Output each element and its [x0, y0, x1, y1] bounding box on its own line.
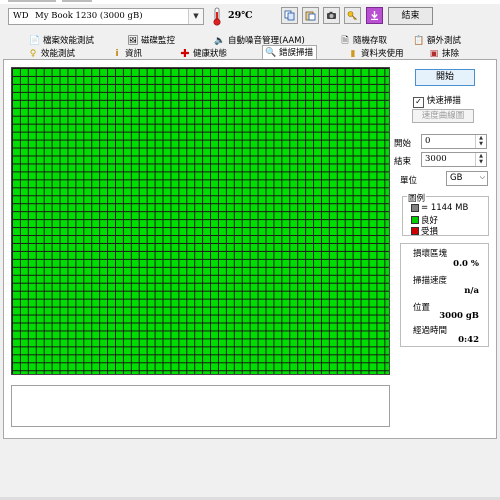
download-button[interactable]	[366, 7, 383, 24]
tab-label: 抹除	[442, 48, 460, 59]
tab-label: 效能測試	[41, 48, 76, 59]
random-access-icon: 🗎	[341, 35, 349, 46]
start-field-label: 開始	[394, 139, 412, 149]
disk-monitor-icon: 🖼	[127, 35, 139, 46]
end-spinner[interactable]: 3000 ▲ ▼	[421, 152, 487, 167]
tab-random-access[interactable]: 🗎 隨機存取	[340, 34, 387, 47]
exit-button[interactable]: 結束	[388, 7, 433, 25]
scan-log-box[interactable]	[11, 385, 390, 427]
tab-label: 資料夾使用	[361, 48, 404, 59]
key-button[interactable]	[344, 7, 361, 24]
damaged-text: 受損	[421, 227, 439, 237]
tab-file-benchmark[interactable]: 📄 檔案效能測試	[29, 34, 95, 47]
paste-icon	[305, 11, 316, 21]
file-benchmark-icon: 📄	[29, 35, 41, 46]
quick-scan-checkbox[interactable]: ✓ 快速掃描	[413, 94, 461, 108]
paste-button[interactable]	[302, 7, 319, 24]
erase-icon: ▣	[429, 48, 439, 59]
extra-tests-icon: 📋	[413, 35, 425, 46]
unit-label: 單位	[400, 176, 418, 186]
copy-button[interactable]	[281, 7, 298, 24]
start-spinner[interactable]: 0 ▲ ▼	[421, 134, 487, 149]
legend-box: 圖例 = 1144 MB 良好 受損	[402, 192, 489, 237]
end-field-label: 結束	[394, 157, 412, 167]
info-icon: i	[115, 48, 119, 59]
start-scan-button[interactable]: 開始	[415, 69, 475, 86]
screenshot-button[interactable]	[323, 7, 340, 24]
benchmark-icon: ♀	[29, 48, 37, 59]
camera-icon	[327, 11, 336, 19]
spinner-arrows-icon[interactable]: ▲ ▼	[475, 153, 486, 166]
tab-label: 額外測試	[427, 35, 462, 46]
tab-label: 磁碟監控	[141, 35, 176, 46]
magnifier-icon: 🔍	[265, 48, 277, 58]
damaged-blocks-value: 0.0 %	[453, 259, 479, 269]
legend-block-size: = 1144 MB	[411, 203, 468, 213]
tab-label: 資訊	[125, 48, 143, 59]
chevron-down-icon[interactable]: ⌵	[480, 173, 485, 182]
elapsed-time-label: 經過時間	[413, 326, 448, 336]
title-bar	[0, 0, 500, 4]
tab-error-scan[interactable]: 🔍 錯誤掃描	[262, 45, 318, 60]
tab-disk-monitor[interactable]: 🖼 磁碟監控	[127, 34, 176, 47]
unit-value: GB	[450, 173, 463, 183]
health-cross-icon: ✚	[180, 46, 190, 60]
copy-icon	[284, 10, 295, 21]
scan-speed-label: 掃描速度	[413, 276, 448, 286]
speed-map-button[interactable]: 速度曲線圖	[412, 109, 474, 123]
scan-block-grid	[11, 67, 390, 375]
chevron-down-icon[interactable]: ▼	[188, 9, 203, 24]
spinner-arrows-icon[interactable]: ▲ ▼	[475, 135, 486, 148]
scan-speed-value: n/a	[464, 286, 479, 296]
quick-scan-label: 快速掃描	[426, 96, 461, 106]
scan-stats-box: 損壞區塊 0.0 % 掃描速度 n/a 位置 3000 gB 經過時間 0:42	[400, 243, 489, 347]
tab-label: 健康狀態	[193, 48, 228, 59]
damaged-blocks-label: 損壞區塊	[413, 249, 448, 259]
block-size-text: = 1144 MB	[421, 203, 469, 213]
download-icon	[371, 11, 378, 20]
start-value: 0	[425, 136, 431, 146]
tab-extra-tests[interactable]: 📋 額外測試	[413, 34, 462, 47]
key-icon	[347, 11, 357, 20]
temperature-value: 29℃	[228, 10, 253, 21]
speaker-icon: 🔈	[214, 35, 226, 46]
end-value: 3000	[425, 154, 447, 164]
position-label: 位置	[413, 303, 431, 313]
position-value: 3000 gB	[439, 311, 479, 321]
elapsed-time-value: 0:42	[458, 335, 479, 345]
tab-label: 隨機存取	[353, 35, 388, 46]
drive-select[interactable]: WD My Book 1230 (3000 gB) ▼	[8, 8, 204, 25]
legend-damaged: 受損	[411, 225, 438, 237]
thermometer-icon	[213, 7, 221, 26]
unit-select[interactable]: GB ⌵	[446, 171, 488, 186]
block-swatch	[411, 204, 419, 212]
good-swatch	[411, 216, 419, 224]
damaged-swatch	[411, 227, 419, 235]
checkbox-checked-icon[interactable]: ✓	[413, 97, 424, 108]
tab-label: 錯誤掃描	[279, 48, 314, 58]
folder-usage-icon: ▮	[350, 48, 356, 59]
tab-label: 檔案效能測試	[43, 35, 95, 46]
drive-name: My Book 1230 (3000 gB)	[35, 11, 143, 21]
drive-brand: WD	[13, 11, 29, 21]
